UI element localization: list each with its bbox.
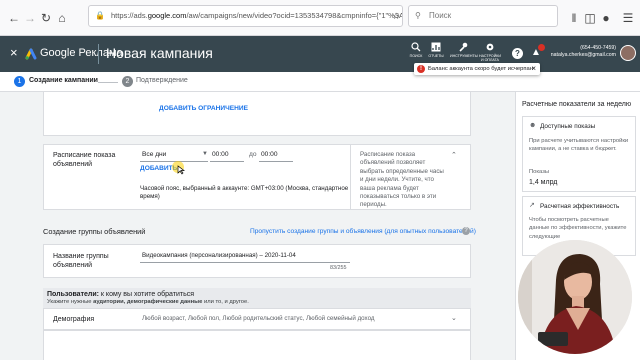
page-title: Новая кампания [106, 45, 213, 61]
account-info[interactable]: (654-450-7459) natalya.cherkes@gmail.com [540, 45, 616, 59]
schedule-label: Расписание показа объявлений [53, 152, 116, 168]
campaign-stepper: 1 Создание кампании 2 Подтверждение [0, 72, 640, 92]
browser-search-input[interactable]: ⚲ Поиск [408, 5, 558, 27]
impressions-label: Показы [529, 169, 550, 175]
sidebar-icon[interactable]: ◫ [582, 10, 598, 26]
address-bar[interactable]: 🔒 https://ads.google.com/aw/campaigns/ne… [88, 5, 403, 27]
schedule-help-text: Расписание показа объявлений позволяет в… [360, 151, 444, 209]
tools-icon [459, 42, 468, 52]
day-select[interactable]: Все дни [142, 151, 166, 158]
step-2-label[interactable]: Подтверждение [136, 77, 188, 84]
available-impressions-card: ☻ Доступные показы При расчете учитывают… [522, 116, 636, 192]
close-icon[interactable]: × [10, 45, 18, 60]
step-2-number: 2 [122, 76, 133, 87]
ads-header: × Google Реклама Новая кампания ПОИСК ОТ… [0, 36, 640, 72]
skip-ad-group-link[interactable]: Пропустить создание группы и объявления … [250, 228, 476, 235]
webcam-overlay [518, 240, 632, 354]
menu-icon[interactable]: ☰ [620, 10, 636, 26]
header-tools-button[interactable]: ИНСТРУМЕНТЫ [450, 42, 478, 58]
forward-icon[interactable]: → [22, 10, 38, 26]
step-1-label[interactable]: Создание кампании [29, 77, 98, 84]
lock-icon: 🔒 [95, 11, 105, 20]
help-icon[interactable]: ? [462, 227, 470, 235]
header-search-button[interactable]: ПОИСК [405, 42, 427, 58]
timezone-note: Часовой пояс, выбранный в аккаунте: GMT+… [140, 185, 349, 201]
help-divider [350, 145, 351, 209]
person-icon: ☻ [529, 122, 537, 129]
frequency-limit-card: ДОБАВИТЬ ОГРАНИЧЕНИЕ [43, 92, 471, 136]
search-icon: ⚲ [415, 11, 421, 20]
browser-toolbar: ← → ↻ ⌂ 🔒 https://ads.google.com/aw/camp… [0, 0, 640, 36]
next-setting-row [43, 330, 471, 360]
mouse-cursor-icon [177, 165, 185, 175]
header-settings-button[interactable]: НАСТРОЙКИ И ОПЛАТА [478, 42, 502, 62]
ad-group-name-card: Название группы объявлений Видеокампания… [43, 244, 471, 278]
available-heading: Доступные показы [540, 123, 596, 130]
efficiency-text: Чтобы посмотреть расчетные данные по эфф… [529, 217, 627, 240]
char-counter: 83/255 [330, 265, 347, 271]
search-icon [411, 42, 421, 52]
demography-row[interactable]: Демография Любой возраст, Любой пол, Люб… [43, 308, 471, 330]
users-subtitle: Укажите нужные аудитории, демографически… [47, 299, 249, 305]
demography-value: Любой возраст, Любой пол, Любой родитель… [142, 315, 375, 322]
to-time-input[interactable]: 00:00 [261, 151, 278, 158]
sidebar-title: Расчетные показатели за неделю [522, 101, 632, 108]
warning-icon: ! [417, 65, 425, 73]
notice-close-icon[interactable]: × [531, 63, 536, 75]
trend-icon: ↗ [529, 202, 535, 209]
library-icon[interactable]: ‖ [566, 10, 582, 26]
step-1-number: 1 [14, 76, 25, 87]
chevron-down-icon[interactable]: ▼ [202, 151, 208, 157]
users-section-header: Пользователи: к кому вы хотите обратитьс… [43, 288, 471, 308]
extension-icon[interactable]: ● [598, 10, 614, 26]
bookmark-star-icon[interactable]: ☆ [388, 8, 404, 24]
ad-schedule-card: Расписание показа объявлений Все дни ▼ 0… [43, 144, 471, 210]
chevron-up-icon[interactable]: ⌃ [451, 151, 457, 159]
ad-group-name-label: Название группы объявлений [53, 253, 109, 269]
efficiency-heading: Расчетная эффективность [540, 203, 620, 210]
ad-group-name-input[interactable]: Видеокампания (персонализированная) – 20… [142, 252, 296, 259]
step-connector [98, 82, 118, 83]
ad-group-name-underline [140, 262, 350, 263]
avatar[interactable] [620, 45, 636, 61]
to-label: до [249, 151, 257, 158]
from-time-input[interactable]: 00:00 [212, 151, 229, 158]
from-time-underline [210, 161, 244, 162]
reports-icon [431, 42, 441, 52]
demography-label: Демография [53, 316, 95, 323]
ad-group-heading: Создание группы объявлений [43, 227, 146, 236]
reload-icon[interactable]: ↻ [38, 10, 54, 26]
google-ads-logo-icon [25, 48, 37, 60]
back-icon[interactable]: ← [6, 10, 22, 26]
header-reports-button[interactable]: ОТЧЕТЫ [425, 42, 447, 58]
presenter-video-image [518, 240, 632, 354]
header-divider [98, 44, 99, 64]
add-limit-link[interactable]: ДОБАВИТЬ ОГРАНИЧЕНИЕ [159, 105, 248, 112]
settings-icon [486, 43, 494, 51]
home-icon[interactable]: ⌂ [54, 10, 70, 26]
chevron-down-icon[interactable]: ⌄ [451, 314, 457, 322]
help-icon[interactable]: ? [512, 48, 523, 59]
main-content: ДОБАВИТЬ ОГРАНИЧЕНИЕ Расписание показа о… [0, 92, 515, 360]
impressions-value: 1,4 млрд [529, 179, 558, 186]
available-text: При расчете учитываются настройки кампан… [529, 138, 629, 153]
to-time-underline [259, 161, 293, 162]
balance-warning-notice: ! Баланс аккаунта скоро будет исчерпан × [414, 63, 540, 75]
